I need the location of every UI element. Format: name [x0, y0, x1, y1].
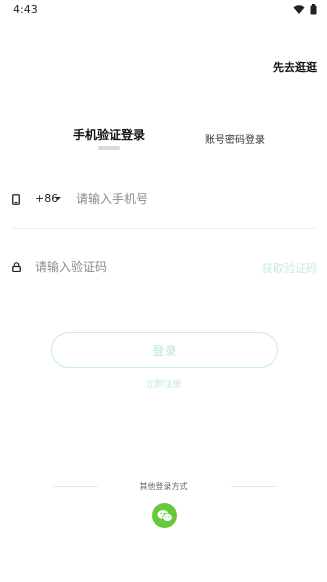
- tab-password-login[interactable]: 账号密码登录: [205, 131, 265, 146]
- login-button[interactable]: 登录: [51, 332, 278, 368]
- divider: [12, 228, 317, 229]
- battery-icon: [310, 4, 317, 15]
- code-row: 获取验证码: [0, 254, 327, 280]
- tab-phone-login[interactable]: 手机验证登录: [73, 126, 145, 143]
- status-icons: [293, 4, 317, 15]
- chevron-down-icon[interactable]: [55, 197, 61, 200]
- verification-code-input[interactable]: [35, 258, 235, 276]
- wechat-icon: [157, 509, 173, 522]
- wechat-login-button[interactable]: [152, 503, 177, 528]
- wifi-icon: [293, 4, 305, 14]
- get-code-button[interactable]: 获取验证码: [262, 260, 317, 276]
- lock-icon: [12, 262, 21, 272]
- divider-right: [231, 486, 276, 487]
- status-time: 4:43: [13, 3, 38, 16]
- tab-indicator: [98, 146, 120, 150]
- phone-icon: [12, 194, 20, 205]
- other-login-label: 其他登录方式: [139, 482, 188, 491]
- status-bar: 4:43: [0, 0, 327, 20]
- phone-input[interactable]: [76, 190, 306, 208]
- register-link[interactable]: 立即注册: [0, 377, 327, 390]
- skip-link[interactable]: 先去逛逛: [273, 59, 317, 75]
- phone-row: +86: [0, 186, 327, 212]
